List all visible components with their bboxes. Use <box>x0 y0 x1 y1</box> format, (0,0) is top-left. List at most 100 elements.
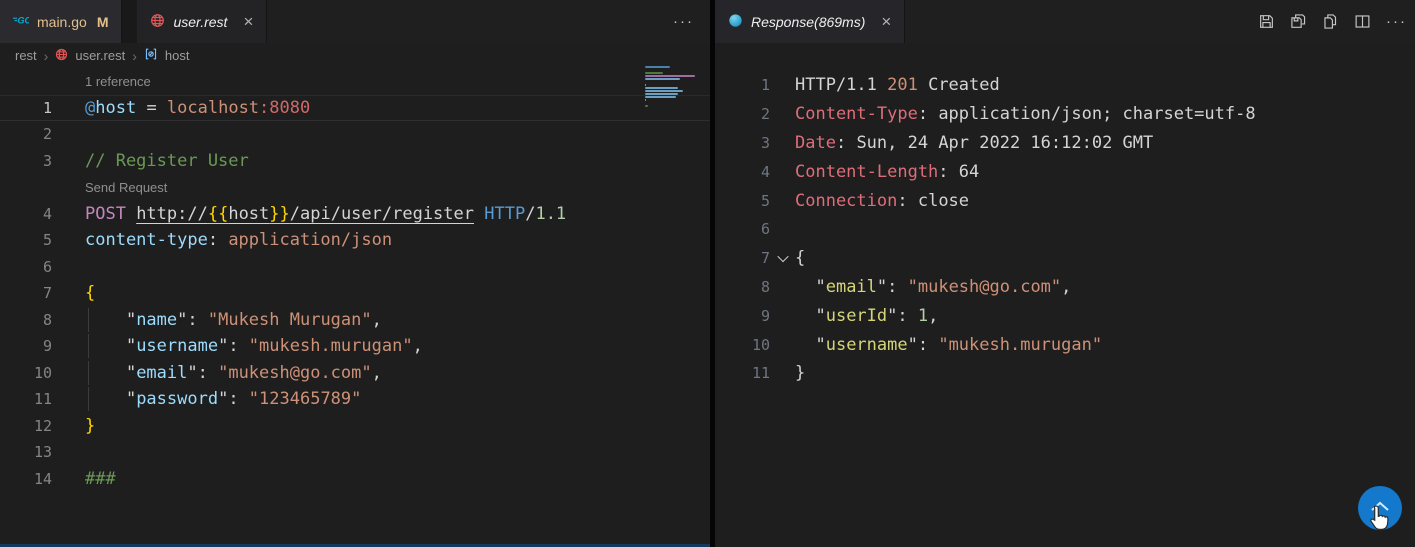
code-line[interactable]: 5 Connection: close <box>715 186 1415 215</box>
line-number: 14 <box>33 469 52 488</box>
code-text: Date: Sun, 24 Apr 2022 16:12:02 GMT <box>795 132 1154 153</box>
modified-badge: M <box>96 13 109 30</box>
svg-text:GO: GO <box>18 16 30 26</box>
code-line[interactable]: 8 "name": "Mukesh Murugan", <box>0 307 710 334</box>
code-line[interactable]: 11} <box>715 359 1415 388</box>
code-line[interactable]: 4 POST http://{{host}}/api/user/register … <box>0 201 710 228</box>
line-number: 6 <box>42 257 52 276</box>
line-number: 2 <box>760 105 770 124</box>
minimap-line <box>645 90 683 92</box>
chevron-right-icon: › <box>132 47 137 64</box>
symbol-host-icon <box>144 47 158 64</box>
code-line[interactable]: 11 "password": "123465789" <box>0 386 710 413</box>
minimap-line <box>645 105 649 107</box>
codelens-row[interactable]: 1 reference <box>0 68 710 95</box>
code-text: Content-Type: application/json; charset=… <box>795 104 1256 125</box>
line-number: 3 <box>760 133 770 152</box>
breadcrumb-item-file[interactable]: user.rest <box>75 48 125 63</box>
close-icon[interactable]: × <box>243 13 253 30</box>
minimap-line <box>645 96 677 98</box>
rest-globe-icon <box>150 13 165 31</box>
code-line[interactable]: 14 ### <box>0 466 710 493</box>
minimap-line <box>645 84 647 86</box>
minimap-line <box>645 72 664 74</box>
line-number: 2 <box>42 125 52 144</box>
response-pane: Response(869ms) × ··· 1 HTTP/1.1 201 Cre… <box>715 0 1415 547</box>
split-editor-icon[interactable] <box>1354 13 1371 30</box>
tab-label: main.go <box>37 13 87 30</box>
codelens-row[interactable]: Send Request <box>0 174 710 201</box>
code-line[interactable]: 10 "email": "mukesh@go.com", <box>0 360 710 387</box>
minimap[interactable] <box>645 66 700 108</box>
save-all-icon[interactable] <box>1290 13 1307 30</box>
code-line[interactable]: 6 <box>0 254 710 281</box>
code-line[interactable]: 8 "email": "mukesh@go.com", <box>715 273 1415 302</box>
code-text: content-type: application/json <box>85 230 393 251</box>
code-text: { <box>795 248 806 269</box>
code-text: "name": "Mukesh Murugan", <box>85 307 382 332</box>
line-number: 6 <box>760 220 770 239</box>
minimap-line <box>645 102 700 104</box>
response-code-area[interactable]: 1 HTTP/1.1 201 Created 2 Content-Type: appl… <box>715 43 1415 547</box>
code-line[interactable]: 5 content-type: application/json <box>0 227 710 254</box>
code-line[interactable]: 9 "userId": 1, <box>715 301 1415 330</box>
code-line[interactable]: 1 HTTP/1.1 201 Created <box>715 71 1415 100</box>
tab-user-rest[interactable]: user.rest × <box>137 0 268 43</box>
line-number: 5 <box>42 231 52 250</box>
send-request-link[interactable]: Send Request <box>85 180 167 195</box>
code-text: Connection: close <box>795 190 970 211</box>
code-line[interactable]: 7{ <box>715 244 1415 273</box>
code-text: { <box>85 283 96 304</box>
code-text: } <box>795 363 806 384</box>
copy-icon[interactable] <box>1322 13 1339 30</box>
code-line[interactable]: 13 <box>0 439 710 466</box>
line-number: 11 <box>751 364 770 383</box>
line-number: 4 <box>760 162 770 181</box>
minimap-line <box>645 75 695 77</box>
code-line[interactable]: 2 Content-Type: application/json; charset… <box>715 100 1415 129</box>
line-number: 4 <box>42 204 52 223</box>
code-text: "email": "mukesh@go.com", <box>85 360 382 385</box>
minimap-line <box>645 69 700 71</box>
left-tab-bar: GO main.go M user.rest <box>0 0 710 43</box>
code-text: HTTP/1.1 201 Created <box>795 75 1000 96</box>
code-text: ### <box>85 468 116 489</box>
line-number: 7 <box>760 249 770 268</box>
minimap-line <box>645 87 679 89</box>
line-number: 1 <box>42 98 52 117</box>
line-number: 8 <box>42 310 52 329</box>
code-line[interactable]: 4 Content-Length: 64 <box>715 157 1415 186</box>
code-line[interactable]: 9 "username": "mukesh.murugan", <box>0 333 710 360</box>
line-number: 9 <box>760 306 770 325</box>
code-line[interactable]: 3 Date: Sun, 24 Apr 2022 16:12:02 GMT <box>715 129 1415 158</box>
code-line[interactable]: 6 <box>715 215 1415 244</box>
line-number: 10 <box>33 363 52 382</box>
more-actions-icon[interactable]: ··· <box>1386 13 1407 30</box>
fold-chevron-icon[interactable] <box>770 251 795 263</box>
more-actions-icon[interactable]: ··· <box>673 0 694 43</box>
code-text: } <box>85 415 96 436</box>
code-line[interactable]: 3 // Register User <box>0 148 710 175</box>
breadcrumb-item-rest[interactable]: rest <box>15 48 37 63</box>
go-icon: GO <box>13 12 32 31</box>
save-icon[interactable] <box>1258 13 1275 30</box>
response-file-icon <box>728 13 743 31</box>
code-line[interactable]: 7{ <box>0 280 710 307</box>
minimap-line <box>645 99 647 101</box>
request-code-area[interactable]: 1 reference 1 @host = localhost:8080 2 3 // R… <box>0 68 710 543</box>
editor-actions: ··· <box>1258 0 1407 43</box>
code-line[interactable]: 10 "username": "mukesh.murugan" <box>715 330 1415 359</box>
code-line[interactable]: 2 <box>0 121 710 148</box>
references-codelens: 1 reference <box>85 73 151 89</box>
minimap-line <box>645 66 671 68</box>
code-text: Content-Length: 64 <box>795 161 980 182</box>
code-line[interactable]: 12} <box>0 413 710 440</box>
code-line[interactable]: 1 @host = localhost:8080 <box>0 95 710 122</box>
close-icon[interactable]: × <box>881 13 891 30</box>
tab-response[interactable]: Response(869ms) × <box>715 0 906 43</box>
minimap-line <box>645 81 700 83</box>
rest-globe-icon <box>55 48 68 64</box>
tab-main-go[interactable]: GO main.go M <box>0 0 123 43</box>
breadcrumb-item-symbol[interactable]: host <box>165 48 190 63</box>
scroll-to-top-button[interactable] <box>1358 486 1402 530</box>
